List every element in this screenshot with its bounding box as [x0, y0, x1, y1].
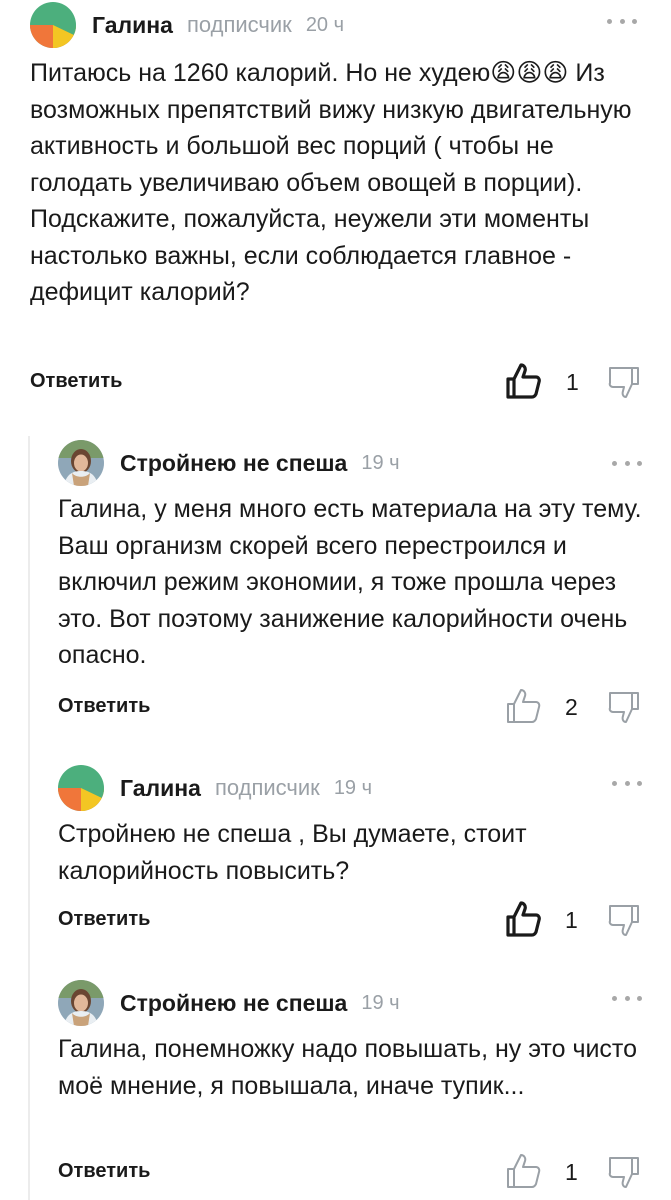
- author-role: подписчик: [214, 775, 320, 800]
- author-name[interactable]: Галина: [92, 12, 173, 39]
- timestamp: 19 ч: [333, 776, 373, 799]
- thread-line: [28, 436, 30, 1200]
- reply-button[interactable]: Ответить: [58, 908, 150, 931]
- avatar[interactable]: [58, 765, 104, 811]
- reply-button[interactable]: Ответить: [30, 370, 122, 393]
- thumbs-up-icon[interactable]: [505, 687, 541, 725]
- thumbs-down-icon[interactable]: [608, 689, 640, 725]
- timestamp: 20 ч: [305, 13, 345, 36]
- like-count: 1: [565, 1159, 578, 1185]
- avatar[interactable]: [30, 2, 76, 48]
- thumbs-up-icon[interactable]: [505, 900, 541, 938]
- comment-text: Питаюсь на 1260 калорий. Но не худею😩😩😩 …: [30, 59, 632, 306]
- comment-actions: Ответить 1: [58, 1152, 648, 1192]
- comment-actions: Ответить 2: [58, 687, 648, 727]
- thumbs-down-icon[interactable]: [608, 1154, 640, 1190]
- thumbs-down-icon[interactable]: [608, 902, 640, 938]
- like-count: 1: [565, 907, 578, 933]
- like-count: 2: [565, 694, 578, 720]
- thumbs-up-icon[interactable]: [505, 1152, 541, 1190]
- author-name[interactable]: Стройнею не спеша: [120, 990, 347, 1017]
- more-options-icon[interactable]: [612, 772, 642, 794]
- comment-actions: Ответить 1: [30, 362, 645, 402]
- avatar[interactable]: [58, 440, 104, 486]
- more-options-icon[interactable]: [607, 10, 637, 32]
- comment-header: Галина подписчик 20 ч: [30, 0, 344, 50]
- like-count: 1: [566, 369, 579, 395]
- thumbs-up-icon[interactable]: [505, 362, 541, 400]
- more-options-icon[interactable]: [612, 452, 642, 474]
- more-options-icon[interactable]: [612, 987, 642, 1009]
- comment-header: Стройнею не спеша 19 ч: [58, 978, 400, 1028]
- thumbs-down-icon[interactable]: [608, 364, 640, 400]
- author-name[interactable]: Стройнею не спеша: [120, 450, 347, 477]
- avatar[interactable]: [58, 980, 104, 1026]
- reply-button[interactable]: Ответить: [58, 1160, 150, 1183]
- comment-actions: Ответить 1: [58, 900, 648, 940]
- reply-button[interactable]: Ответить: [58, 695, 150, 718]
- comment-header: Галина подписчик 19 ч: [58, 763, 372, 813]
- author-role: подписчик: [186, 12, 292, 37]
- timestamp: 19 ч: [361, 451, 400, 474]
- comment-header: Стройнею не спеша 19 ч: [58, 438, 400, 488]
- comment-text: Галина, понемножку надо повышать, ну это…: [58, 1035, 638, 1100]
- author-name[interactable]: Галина: [120, 775, 201, 802]
- comment-text: Галина, у меня много есть материала на э…: [58, 495, 642, 669]
- timestamp: 19 ч: [361, 991, 400, 1014]
- comment-text: Стройнею не спеша , Вы думаете, стоит ка…: [58, 820, 527, 885]
